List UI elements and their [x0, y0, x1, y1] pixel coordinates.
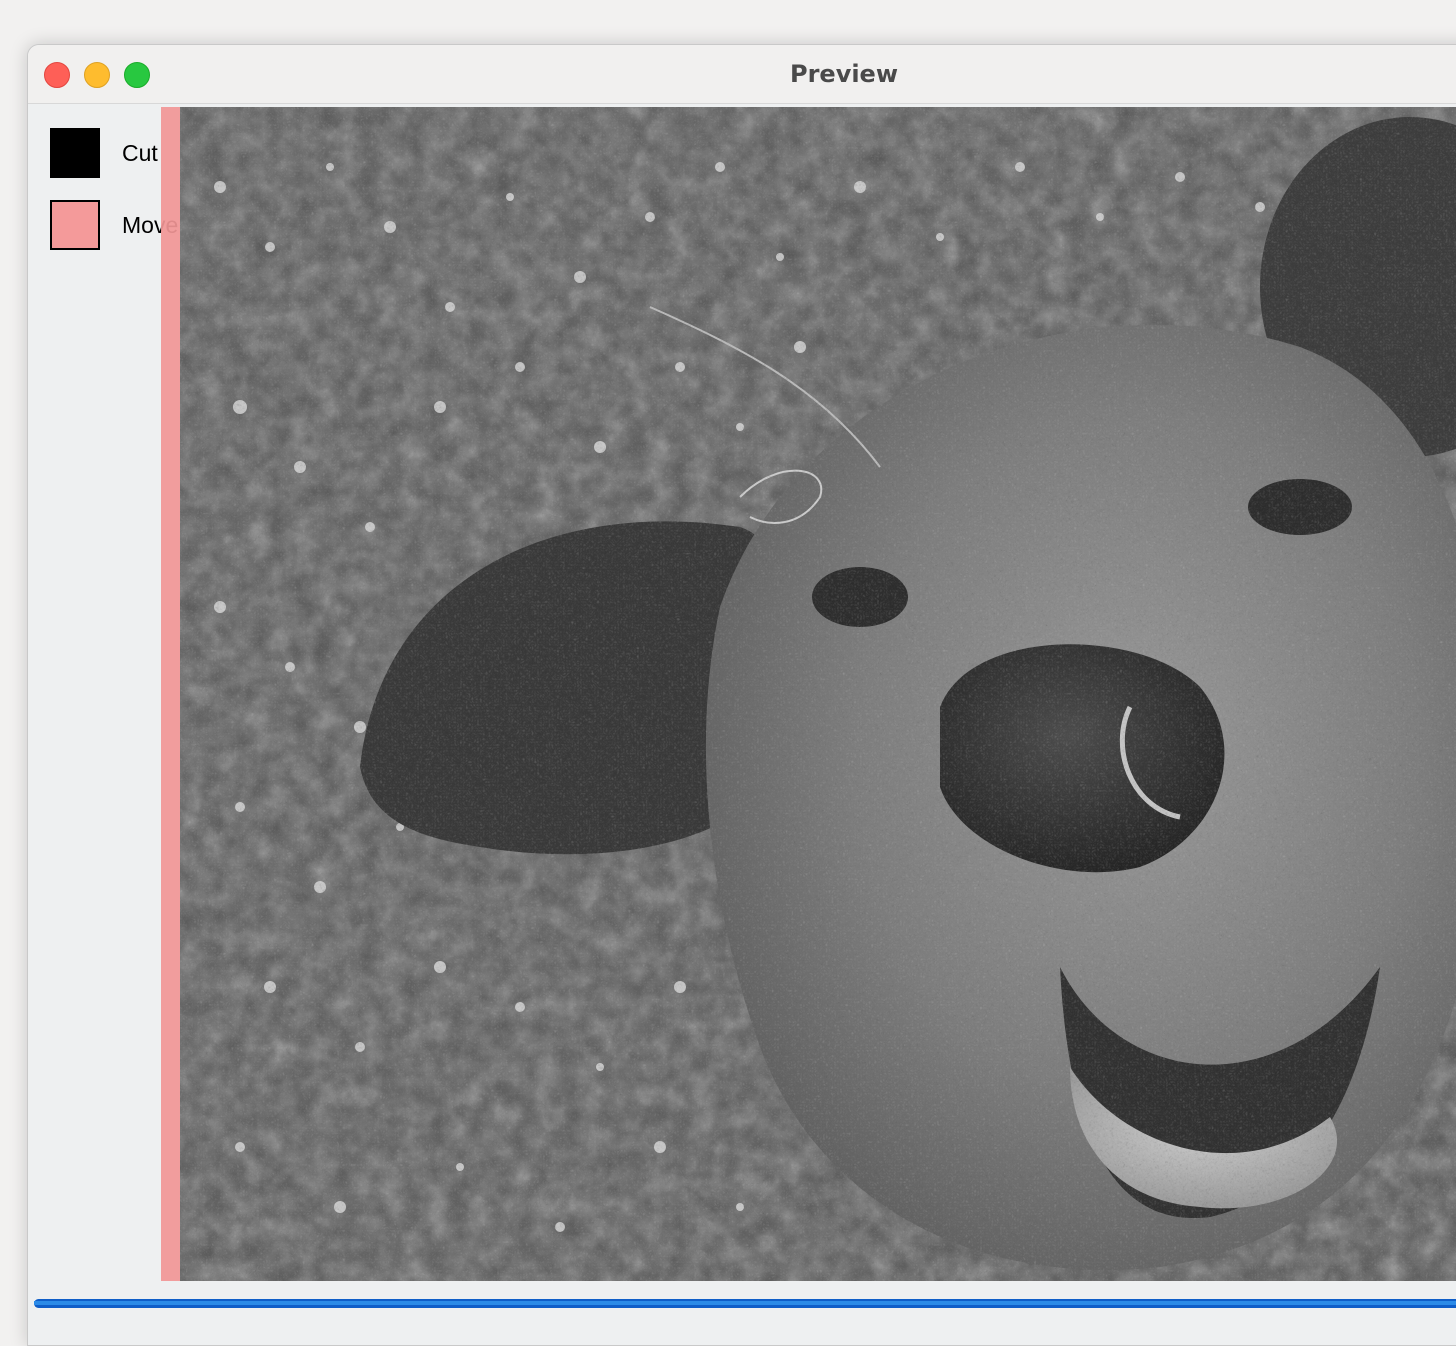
cut-swatch [50, 128, 100, 178]
move-overlay-stripe [161, 107, 180, 1281]
preview-window: Preview Cut Move [27, 44, 1456, 1346]
dog-photo-icon [180, 107, 1456, 1281]
legend-item-move: Move [50, 200, 178, 250]
progress-fill [34, 1301, 1456, 1305]
title-bar[interactable]: Preview [28, 45, 1456, 104]
window-title: Preview [789, 60, 899, 88]
progress-bar [34, 1299, 1456, 1308]
legend-label-cut: Cut [122, 139, 158, 166]
preview-image [180, 107, 1456, 1281]
move-swatch [50, 200, 100, 250]
legend-item-cut: Cut [50, 128, 158, 178]
